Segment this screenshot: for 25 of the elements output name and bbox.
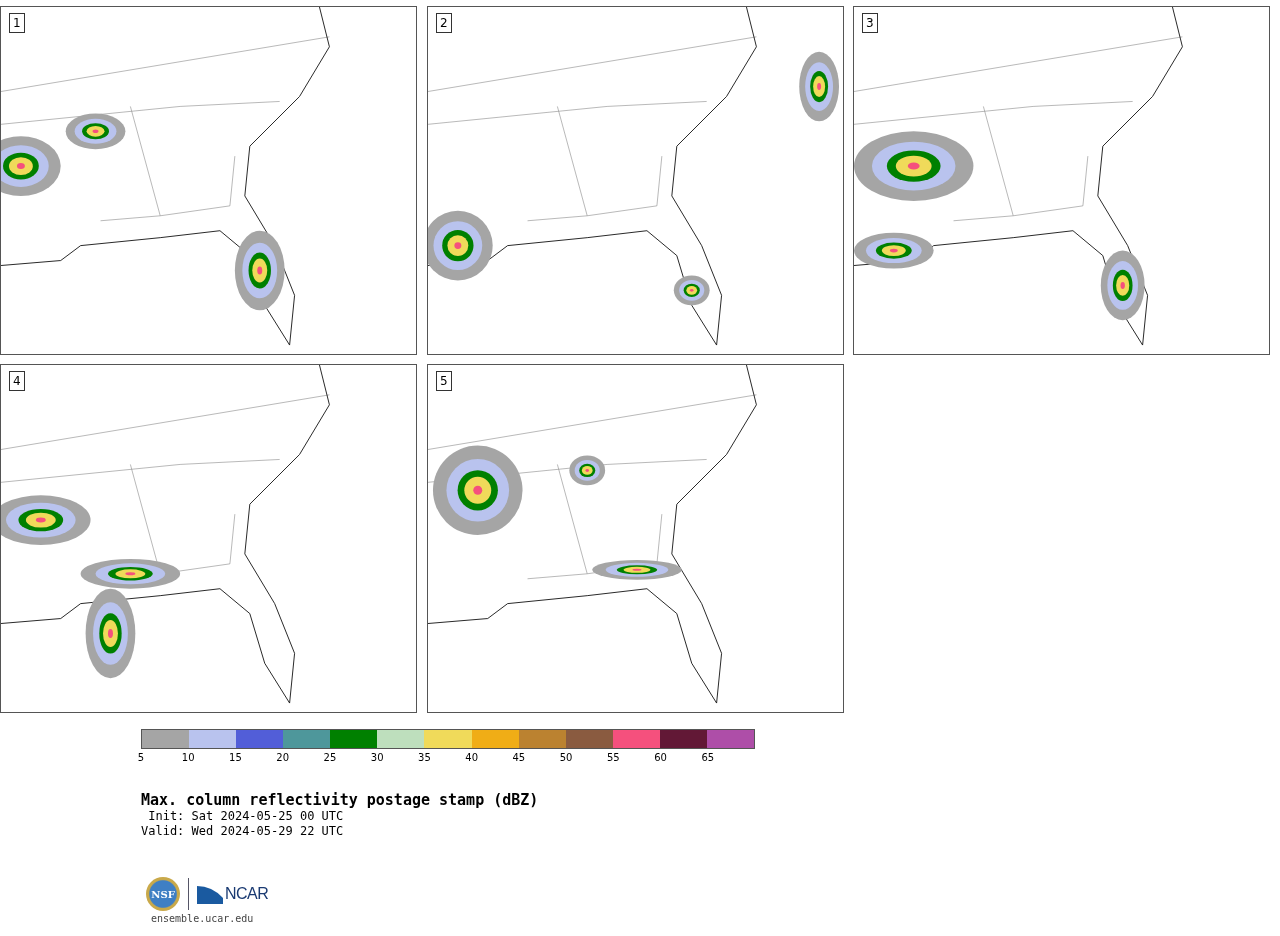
wordmark: NCAR <box>225 885 269 903</box>
panel-number: 2 <box>436 13 452 33</box>
site-url: ensemble.ucar.edu <box>151 913 255 924</box>
panel-number: 1 <box>9 13 25 33</box>
tick-label: 15 <box>229 752 242 763</box>
tick-label: 25 <box>323 752 337 763</box>
tick-label: 20 <box>276 752 290 763</box>
seal-logo: NSF <box>146 877 180 911</box>
panel-number: 3 <box>862 13 878 33</box>
panel-number: 4 <box>9 371 25 391</box>
panel-number: 5 <box>436 371 452 391</box>
tick-label: 45 <box>512 752 526 763</box>
tick-label: 65 <box>701 752 715 763</box>
swoosh-icon <box>197 884 223 904</box>
tick-label: 50 <box>559 752 573 763</box>
tick-label: 10 <box>181 752 195 763</box>
init-time: Init: Sat 2024-05-25 00 UTC <box>147 809 345 824</box>
tick-label: 55 <box>607 752 620 763</box>
tick-label: 60 <box>654 752 667 763</box>
tick-label: 30 <box>370 752 384 763</box>
tick-label: 40 <box>465 752 478 763</box>
tick-label: 5 <box>137 752 145 763</box>
tick-label: 35 <box>418 752 431 763</box>
valid-time: Valid: Wed 2024-05-29 22 UTC <box>141 824 345 839</box>
chart-title: Max. column reflectivity postage stamp (dBZ) <box>141 791 540 809</box>
